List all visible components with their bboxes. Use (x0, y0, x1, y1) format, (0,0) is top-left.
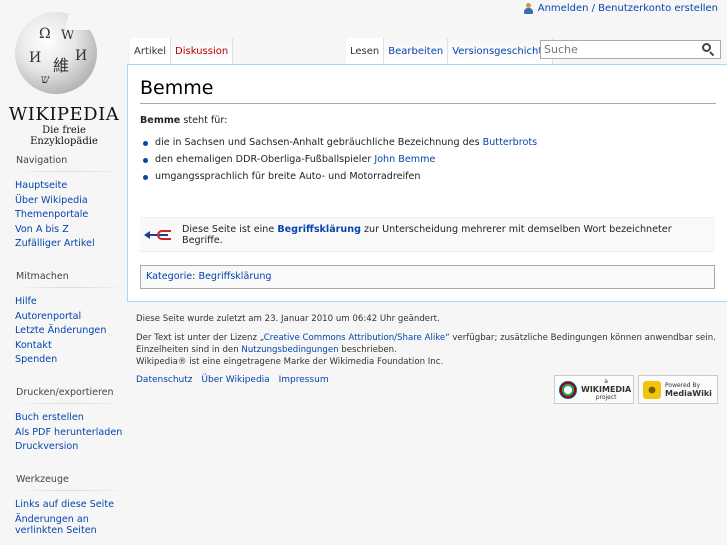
sidebar-item-druckversion[interactable]: Druckversion (15, 441, 78, 452)
sidebar-item-hauptseite[interactable]: Hauptseite (15, 180, 67, 191)
tab-diskussion[interactable]: Diskussion (170, 38, 234, 64)
sidebar-item-ueber-wikipedia[interactable]: Über Wikipedia (15, 195, 88, 206)
tagline: Die freie Enzyklopädie (30, 125, 98, 147)
list-item: den ehemaligen DDR-Oberliga-Fußballspiel… (142, 151, 537, 168)
sidebar-item-spenden[interactable]: Spenden (15, 354, 57, 365)
tab-label: Lesen (350, 46, 380, 57)
link-begriffsklaerung[interactable]: Begriffsklärung (277, 224, 361, 235)
link-butterbrots[interactable]: Butterbrots (483, 137, 538, 148)
item-text: umgangssprachlich für breite Auto- und M… (155, 171, 421, 182)
intro-term: Bemme (140, 115, 181, 126)
portal-heading: Navigation (15, 150, 125, 172)
sidebar-item-buch-erstellen[interactable]: Buch erstellen (15, 412, 84, 423)
content-area: Bemme Bemme steht für: die in Sachsen un… (127, 64, 727, 302)
user-icon (523, 3, 534, 14)
license-link[interactable]: Creative Commons Attribution/Share Alike (264, 333, 445, 343)
tab-label: Bearbeiten (388, 46, 444, 57)
disambiguation-icon (144, 227, 174, 243)
portal-werkzeuge: Werkzeuge Links auf diese Seite Änderung… (0, 468, 127, 536)
sidebar-item-aenderungen-verlinkt[interactable]: Änderungen an verlinkten Seiten (15, 514, 97, 536)
sidebar-item-pdf-download[interactable]: Als PDF herunterladen (15, 427, 122, 438)
link-john-bemme[interactable]: John Bemme (374, 154, 435, 165)
license-post: “ verfügbar; zusätzliche Bedingungen kön… (445, 333, 716, 343)
wikimedia-icon (559, 380, 577, 399)
puzzle-globe-icon: Ω W И 維 И ש (15, 12, 97, 94)
disambig-pre: Diese Seite ist eine (181, 223, 278, 235)
heading-divider (140, 103, 716, 104)
powered-by-mediawiki-badge[interactable]: Powered By MediaWiki (638, 375, 718, 404)
search-box (540, 40, 721, 59)
terms-pre: Einzelheiten sind in den (136, 345, 242, 355)
view-tabs: Lesen Bearbeiten Versionsgeschichte (346, 38, 554, 64)
intro-text: Bemme steht für: (140, 115, 227, 126)
tab-bearbeiten[interactable]: Bearbeiten (383, 38, 448, 64)
sidebar-item-letzte-aenderungen[interactable]: Letzte Änderungen (15, 325, 106, 336)
sidebar-item-links-auf-diese-seite[interactable]: Links auf diese Seite (15, 499, 114, 510)
terms-text: Einzelheiten sind in den Nutzungsbedingu… (136, 344, 726, 356)
category-label-link[interactable]: Kategorie (146, 271, 192, 282)
portal-heading: Mitmachen (15, 265, 125, 288)
last-modified: Diese Seite wurde zuletzt am 23. Januar … (136, 314, 440, 324)
tab-label: Diskussion (175, 46, 229, 57)
wikimedia-project-badge[interactable]: a WIKIMEDIA project (554, 375, 634, 404)
license-pre: Der Text ist unter der Lizenz „ (136, 333, 264, 343)
wikipedia-logo[interactable]: Ω W И 維 И ש WIKIPEDIA Die freie Enzyklop… (0, 0, 127, 147)
terms-post: beschrieben. (338, 345, 397, 355)
badge-small: a (604, 378, 608, 385)
trademark-text: Wikipedia® ist eine eingetragene Marke d… (136, 357, 444, 367)
footer-link-ueber-wikipedia[interactable]: Über Wikipedia (201, 375, 269, 385)
namespace-tabs: Artikel Diskussion (130, 38, 234, 64)
badge-small: Powered By (665, 381, 701, 389)
category-link[interactable]: Begriffsklärung (198, 271, 271, 282)
login-link[interactable]: Anmelden / Benutzerkonto erstellen (538, 3, 718, 14)
sidebar-item-von-a-bis-z[interactable]: Von A bis Z (15, 224, 69, 235)
footer-link-impressum[interactable]: Impressum (279, 375, 329, 385)
sidebar-item-hilfe[interactable]: Hilfe (15, 296, 37, 307)
personal-tools: Anmelden / Benutzerkonto erstellen (523, 3, 718, 14)
list-item: umgangssprachlich für breite Auto- und M… (142, 168, 537, 185)
tab-label: Artikel (134, 46, 167, 57)
license-text: Der Text ist unter der Lizenz „Creative … (136, 332, 726, 344)
tab-label: Versionsgeschichte (452, 46, 549, 57)
search-icon[interactable] (702, 43, 715, 57)
badge-big: WIKIMEDIA (581, 385, 632, 394)
badge-big: MediaWiki (665, 388, 712, 398)
portal-heading: Werkzeuge (15, 468, 125, 491)
tab-lesen[interactable]: Lesen (346, 38, 384, 64)
disambiguation-text: Diese Seite ist eine Begriffsklärung zur… (182, 224, 715, 246)
tab-versionsgeschichte[interactable]: Versionsgeschichte (447, 38, 554, 64)
category-links: Kategorie: Begriffsklärung (140, 265, 715, 289)
intro-rest: steht für: (180, 115, 228, 126)
sidebar-item-kontakt[interactable]: Kontakt (15, 340, 52, 351)
badge-sub: project (595, 394, 617, 401)
portal-navigation: Navigation Hauptseite Über Wikipedia The… (0, 150, 127, 252)
disambiguation-box: Diese Seite ist eine Begriffsklärung zur… (140, 217, 715, 252)
portal-heading: Drucken/exportieren (15, 381, 125, 404)
item-text: die in Sachsen und Sachsen-Anhalt gebräu… (155, 137, 483, 148)
mediawiki-sunflower-icon (643, 380, 661, 399)
sidebar-item-themenportale[interactable]: Themenportale (15, 209, 88, 220)
tab-artikel[interactable]: Artikel (130, 38, 171, 64)
portal-drucken: Drucken/exportieren Buch erstellen Als P… (0, 381, 127, 455)
wordmark: WIKIPEDIA (8, 104, 120, 125)
terms-link[interactable]: Nutzungsbedingungen (241, 345, 338, 355)
sidebar-item-autorenportal[interactable]: Autorenportal (15, 311, 81, 322)
definition-list: die in Sachsen und Sachsen-Anhalt gebräu… (142, 134, 537, 185)
page-title: Bemme (140, 77, 214, 99)
footer-link-datenschutz[interactable]: Datenschutz (136, 375, 193, 385)
item-text: den ehemaligen DDR-Oberliga-Fußballspiel… (155, 154, 375, 165)
sidebar: Navigation Hauptseite Über Wikipedia The… (0, 150, 127, 545)
search-input[interactable] (541, 43, 696, 56)
sidebar-item-zufaelliger-artikel[interactable]: Zufälliger Artikel (15, 238, 95, 249)
list-item: die in Sachsen und Sachsen-Anhalt gebräu… (142, 134, 537, 151)
portal-mitmachen: Mitmachen Hilfe Autorenportal Letzte Änd… (0, 265, 127, 368)
